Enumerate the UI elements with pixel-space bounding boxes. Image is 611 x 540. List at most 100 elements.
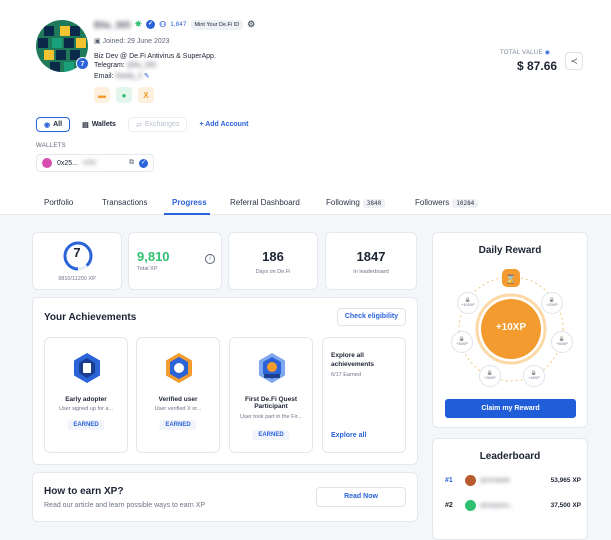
rank-label: In leaderboard (353, 269, 389, 275)
mint-id-button[interactable]: Mint Your De.Fi ID (190, 19, 244, 30)
level-progress-text: 9810/11200 XP (58, 276, 96, 282)
days-card: 186 Days on De.Fi (228, 232, 318, 290)
level-number: 7 (73, 245, 81, 260)
verified-icon: ✓ (146, 20, 156, 29)
wallets-label: WALLETS (36, 143, 66, 149)
earned-badge: EARNED (252, 430, 290, 440)
wallet-avatar-icon (42, 158, 52, 168)
joined-date: ▣ Joined: 29 June 2023 (94, 37, 170, 45)
follow-count: 1,847 (170, 21, 187, 28)
leaderboard-avatar (465, 500, 476, 511)
verified-user-icon (166, 353, 192, 383)
settings-icon[interactable]: ⚙ (247, 19, 255, 30)
filter-all-label: All (53, 121, 63, 128)
leaderboard-panel: Leaderboard #1 @mrrebeth 53,965 XP #2 @e… (432, 438, 588, 540)
reward-node-value: +40XP (528, 376, 540, 381)
followers-icon: ⚇ (159, 20, 167, 29)
read-now-button[interactable]: Read Now (316, 487, 406, 507)
exchange-icon: ⇄ (135, 121, 142, 129)
tab-transactions[interactable]: Transactions (102, 198, 148, 207)
eye-icon: ◉ (44, 121, 51, 129)
tab-portfolio[interactable]: Portfolio (44, 198, 73, 207)
profile-tabs: Portfolio Transactions Progress Referral… (0, 190, 611, 215)
x-badge-icon[interactable]: X (138, 87, 154, 103)
earn-xp-panel: How to earn XP? Read our article and lea… (32, 472, 418, 522)
wallet-address: 0x25... (57, 159, 79, 167)
share-icon[interactable]: ≺ (565, 52, 583, 70)
early-adopter-icon (74, 353, 100, 383)
wallet-address-hidden: a1b2 (83, 160, 97, 166)
eye-icon[interactable]: ◉ (545, 50, 551, 56)
achievements-title: Your Achievements (44, 312, 137, 323)
wallet-icon: ▤ (82, 121, 89, 129)
tab-referral-dashboard[interactable]: Referral Dashboard (230, 198, 300, 207)
tab-progress[interactable]: Progress (172, 198, 207, 207)
daily-reward-panel: Daily Reward ⌛ +10XP 🔒 +100XP 🔒 +20XP 🔒 +50… (432, 232, 588, 428)
rank-value: 1847 (356, 249, 386, 264)
leaderboard-name: @mrrebeth (480, 477, 511, 484)
leaderboard-rank: #1 (445, 477, 453, 484)
filter-all[interactable]: ◉ All (36, 117, 71, 132)
account-filters: ◉ All ▤ Wallets ⇄ Exchanges + Add Accoun… (36, 117, 256, 132)
leaderboard-name: @eurpassi... (480, 502, 514, 509)
reward-node-value: +30XP (484, 376, 496, 381)
check-circle-icon: ✓ (139, 158, 148, 168)
leaderboard-rank: #2 (445, 502, 453, 509)
achievement-desc: User took part in the Fir... (240, 414, 302, 420)
copy-icon[interactable]: ⧉ (129, 159, 134, 167)
total-xp-label: Total XP (137, 266, 158, 272)
tab-followers[interactable]: Followers 10284 (415, 198, 479, 208)
days-label: Days on De.Fi (255, 269, 291, 275)
achievement-card[interactable]: First De.Fi Quest Participant User took … (229, 337, 313, 453)
email-label: Email: (94, 73, 114, 80)
earn-xp-title: How to earn XP? (44, 486, 124, 497)
telegram-value: @lla_365 (126, 62, 157, 69)
total-value-label: TOTAL VALUE ◉ (500, 50, 551, 56)
shield-badge-icon[interactable]: ● (116, 87, 132, 103)
reward-node-lock-icon: 🔒 +20XP (541, 292, 563, 314)
wallet-badge-icon[interactable]: ▬ (94, 87, 110, 103)
achievement-name: First De.Fi Quest Participant (244, 396, 297, 410)
filter-wallets[interactable]: ▤ Wallets (75, 117, 123, 132)
explore-achievements-card: Explore all achievements 6/17 Earned Exp… (322, 337, 406, 453)
tab-following[interactable]: Following 3840 (326, 198, 386, 208)
explore-count: 6/17 Earned (331, 372, 361, 378)
filter-wallets-label: Wallets (91, 121, 116, 128)
achievement-card[interactable]: Verified user User verified X or... EARN… (136, 337, 220, 453)
total-xp-value: 9,810 (137, 249, 170, 264)
achievement-desc: User signed up for a... (58, 406, 114, 412)
leaderboard-row[interactable]: #1 @mrrebeth 53,965 XP (445, 475, 581, 486)
username: Blla_365 (94, 19, 131, 30)
leaderboard-row[interactable]: #2 @eurpassi... 37,500 XP (445, 500, 581, 511)
telegram-label: Telegram: (94, 62, 125, 69)
reward-node-value: +100XP (461, 303, 475, 308)
reward-node-value: +50XP (556, 342, 568, 347)
add-account-button[interactable]: + Add Account (192, 117, 255, 132)
earn-xp-desc: Read our article and learn possible ways… (44, 502, 206, 509)
svg-text:⌛: ⌛ (505, 273, 516, 285)
daily-reward-title: Daily Reward (478, 245, 542, 256)
reward-node-value: +20XP (546, 303, 558, 308)
check-eligibility-button[interactable]: Check eligibility (337, 308, 406, 326)
achievement-desc: User verified X or... (154, 406, 202, 412)
profile-header (0, 0, 611, 215)
username-row: Blla_365 ✷ ✓ ⚇ 1,847 Mint Your De.Fi ID … (94, 19, 255, 30)
bio: Biz Dev @ De.Fi Antivirus & SuperApp. (94, 53, 216, 60)
achievement-name: Early adopter (65, 396, 107, 403)
wallet-item[interactable]: 0x25... a1b2 ⧉ ✓ (36, 154, 154, 172)
days-value: 186 (262, 249, 284, 264)
edit-icon[interactable]: ✎ (144, 73, 150, 80)
leaderboard-xp: 53,965 XP (550, 477, 581, 484)
profile-badges: ▬ ● X (94, 87, 154, 103)
earned-badge: EARNED (67, 420, 105, 430)
followers-count: 10284 (452, 199, 479, 208)
reward-node-lock-icon: 🔒 +30XP (479, 365, 501, 387)
explore-all-link[interactable]: Explore all (331, 432, 366, 439)
explore-title: Explore all achievements (331, 352, 374, 368)
filter-exchanges-label: Exchanges (144, 121, 180, 128)
achievement-card[interactable]: Early adopter User signed up for a... EA… (44, 337, 128, 453)
info-icon[interactable]: i (205, 254, 215, 264)
filter-exchanges[interactable]: ⇄ Exchanges (127, 117, 188, 132)
reward-node-lock-icon: 🔒 +50XP (551, 331, 573, 353)
claim-reward-button[interactable]: Claim my Reward (445, 399, 576, 418)
